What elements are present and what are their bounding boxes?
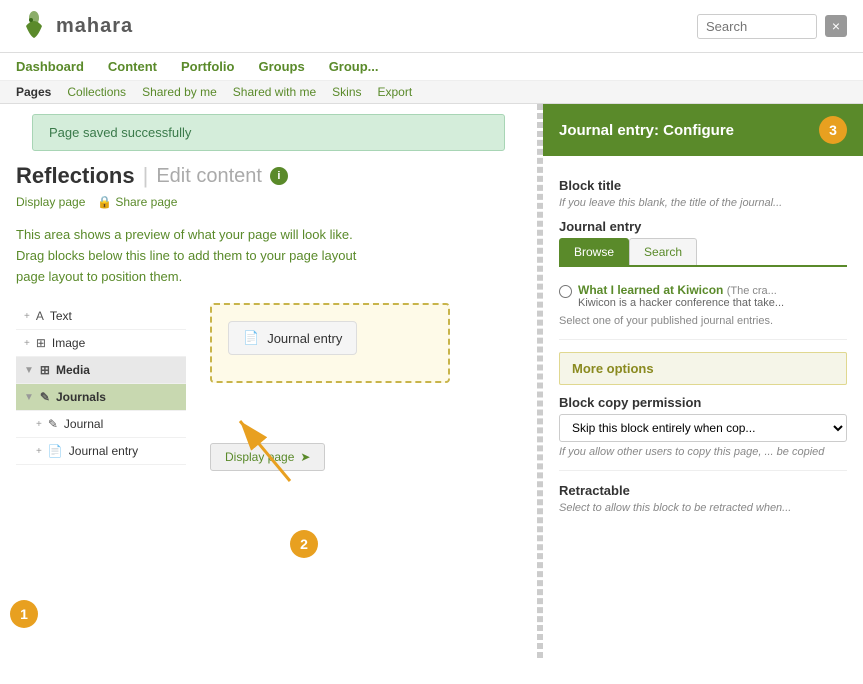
lock-icon: 🔒 xyxy=(97,195,112,209)
block-media-label: Media xyxy=(56,363,90,377)
right-panel-header: Journal entry: Configure 3 xyxy=(543,104,863,156)
orange-arrow xyxy=(230,411,310,491)
logo: mahara xyxy=(16,8,133,44)
retractable-hint: Select to allow this block to be retract… xyxy=(559,502,847,514)
page-content: Page saved successfully Reflections | Ed… xyxy=(0,104,863,658)
right-panel-title: Journal entry: Configure xyxy=(559,122,734,139)
search-input[interactable] xyxy=(697,14,817,39)
info-icon[interactable]: i xyxy=(270,167,288,185)
text-icon: A xyxy=(36,309,44,323)
mahara-logo-icon xyxy=(16,8,52,44)
preview-line-2: Drag blocks below this line to add them … xyxy=(16,246,521,267)
block-journals[interactable]: ▼ ✎ Journals xyxy=(16,384,186,411)
nav-content[interactable]: Content xyxy=(108,59,157,74)
subnav-shared-with-me[interactable]: Shared with me xyxy=(233,85,316,99)
subnav-pages[interactable]: Pages xyxy=(16,85,51,99)
journal-entry-subtitle: (The cra... xyxy=(727,285,777,297)
nav-groups[interactable]: Groups xyxy=(258,59,304,74)
image-icon: ⊞ xyxy=(36,336,46,350)
step-badge-2: 2 xyxy=(290,530,318,558)
block-media[interactable]: ▼ ⊞ Media xyxy=(16,357,186,384)
block-text-label: Text xyxy=(50,309,72,323)
divider-1 xyxy=(559,339,847,340)
block-journal-entry-label: Journal entry xyxy=(69,444,138,458)
block-area: + A Text + ⊞ Image ▼ ⊞ Media ▼ ✎ Jou xyxy=(16,303,521,471)
right-panel-body: Block title If you leave this blank, the… xyxy=(543,156,863,526)
step-badge-1: 1 xyxy=(10,600,38,628)
preview-line-3: page layout to position them. xyxy=(16,267,521,288)
main-nav: Dashboard Content Portfolio Groups Group… xyxy=(0,53,863,81)
drop-zone[interactable]: 📄 Journal entry xyxy=(210,303,450,383)
drag-handle-journal-entry: + xyxy=(36,446,42,457)
edit-content-label: Edit content xyxy=(156,165,262,188)
success-banner: Page saved successfully xyxy=(32,114,505,151)
block-copy-select[interactable]: Skip this block entirely when cop... xyxy=(559,414,847,442)
drag-handle-journals: ▼ xyxy=(24,392,34,403)
subnav-export[interactable]: Export xyxy=(378,85,413,99)
title-separator: | xyxy=(143,163,149,189)
sub-nav: Pages Collections Shared by me Shared wi… xyxy=(0,81,863,104)
step-badge-3: 3 xyxy=(819,116,847,144)
journal-radio-input[interactable] xyxy=(559,285,572,298)
journal-icon: ✎ xyxy=(48,417,58,431)
journal-radio-option: What I learned at Kiwicon (The cra... Ki… xyxy=(559,277,847,315)
journal-entry-sidebar-icon: 📄 xyxy=(48,444,63,458)
drag-handle-media: ▼ xyxy=(24,365,34,376)
block-title-label: Block title xyxy=(559,178,847,193)
drag-handle-journal: + xyxy=(36,419,42,430)
blocks-sidebar: + A Text + ⊞ Image ▼ ⊞ Media ▼ ✎ Jou xyxy=(16,303,186,471)
retractable-label: Retractable xyxy=(559,483,847,498)
page-title-row: Reflections | Edit content i xyxy=(16,163,521,189)
share-page-label: Share page xyxy=(115,195,177,209)
block-image-label: Image xyxy=(52,336,85,350)
tab-search[interactable]: Search xyxy=(629,238,697,265)
subnav-collections[interactable]: Collections xyxy=(67,85,126,99)
right-panel: Journal entry: Configure 3 Block title I… xyxy=(540,104,863,658)
tab-browse[interactable]: Browse xyxy=(559,238,629,265)
block-image[interactable]: + ⊞ Image xyxy=(16,330,186,357)
page-actions: Display page 🔒 Share page xyxy=(16,195,521,209)
media-icon: ⊞ xyxy=(40,363,50,377)
close-button[interactable]: × xyxy=(825,15,847,37)
block-journals-label: Journals xyxy=(56,390,106,404)
select-hint: Select one of your published journal ent… xyxy=(559,315,847,327)
block-journal-label: Journal xyxy=(64,417,103,431)
block-journal-entry[interactable]: + 📄 Journal entry xyxy=(16,438,186,465)
share-page-link[interactable]: 🔒 Share page xyxy=(97,195,177,209)
journal-entry-block-icon: 📄 xyxy=(243,330,259,346)
journal-tabs: Browse Search xyxy=(559,238,847,267)
nav-portfolio[interactable]: Portfolio xyxy=(181,59,234,74)
block-journal[interactable]: + ✎ Journal xyxy=(16,411,186,438)
drag-handle-image: + xyxy=(24,338,30,349)
block-copy-label: Block copy permission xyxy=(559,395,847,410)
preview-line-1: This area shows a preview of what your p… xyxy=(16,225,521,246)
more-options-header[interactable]: More options xyxy=(559,352,847,385)
logo-text: mahara xyxy=(56,15,133,38)
block-copy-hint: If you allow other users to copy this pa… xyxy=(559,446,847,458)
subnav-skins[interactable]: Skins xyxy=(332,85,361,99)
journal-entry-detail: Kiwicon is a hacker conference that take… xyxy=(578,297,784,309)
journals-icon: ✎ xyxy=(40,390,50,404)
block-text[interactable]: + A Text xyxy=(16,303,186,330)
journal-entry-title: What I learned at Kiwicon xyxy=(578,283,723,297)
left-panel: Page saved successfully Reflections | Ed… xyxy=(0,104,540,658)
top-bar: mahara × xyxy=(0,0,863,53)
subnav-shared-by-me[interactable]: Shared by me xyxy=(142,85,217,99)
preview-text: This area shows a preview of what your p… xyxy=(16,225,521,287)
nav-groups2[interactable]: Group... xyxy=(329,59,379,74)
drag-handle-text: + xyxy=(24,311,30,322)
divider-2 xyxy=(559,470,847,471)
nav-dashboard[interactable]: Dashboard xyxy=(16,59,84,74)
journal-entry-block-label: Journal entry xyxy=(267,331,342,346)
journal-entry-block[interactable]: 📄 Journal entry xyxy=(228,321,357,355)
display-page-link[interactable]: Display page xyxy=(16,195,85,209)
journal-entry-field-label: Journal entry xyxy=(559,219,847,234)
block-title-hint: If you leave this blank, the title of th… xyxy=(559,197,847,209)
page-title: Reflections xyxy=(16,163,135,189)
